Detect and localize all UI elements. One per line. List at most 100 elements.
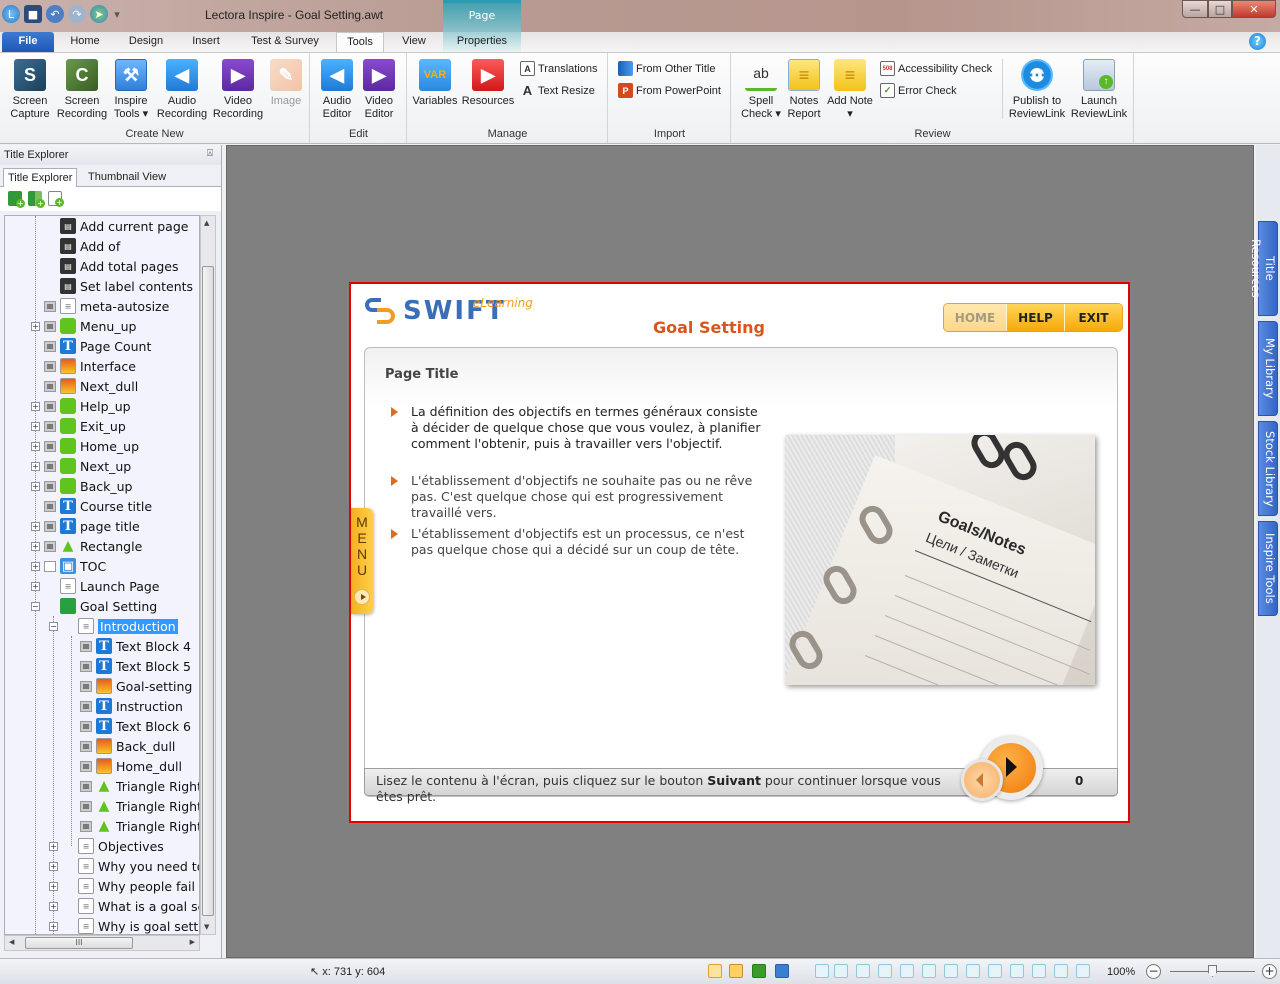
tab-insert[interactable]: Insert bbox=[182, 32, 230, 52]
tree-item[interactable]: T Course title bbox=[31, 496, 152, 516]
visibility-toggle[interactable] bbox=[44, 300, 56, 312]
scroll-left-icon[interactable]: ◀ bbox=[9, 938, 14, 946]
tree-item[interactable]: ▤ Add of bbox=[31, 236, 120, 256]
tree-item[interactable]: ≡ meta-autosize bbox=[31, 296, 169, 316]
tree-item[interactable]: Back_dull bbox=[67, 736, 175, 756]
tree-item[interactable]: T Text Block 6 bbox=[67, 716, 191, 736]
expand-icon[interactable]: + bbox=[31, 421, 40, 431]
collapse-icon[interactable]: − bbox=[49, 621, 58, 631]
tree-item[interactable]: ▤ Add current page bbox=[31, 216, 188, 236]
visibility-toggle[interactable] bbox=[80, 760, 92, 772]
tab-tools[interactable]: Tools bbox=[336, 32, 384, 52]
tab-design[interactable]: Design bbox=[120, 32, 172, 52]
visibility-toggle[interactable] bbox=[44, 420, 56, 432]
visibility-toggle[interactable] bbox=[44, 320, 56, 332]
back-button[interactable] bbox=[961, 759, 1003, 801]
distribute-vertical-icon[interactable] bbox=[1010, 964, 1024, 978]
tree-item[interactable]: + ▲ Rectangle bbox=[31, 536, 142, 556]
app-icon[interactable]: L bbox=[2, 5, 20, 23]
video-editor-button[interactable]: ▶ Video Editor bbox=[359, 57, 399, 121]
run-mode-icon[interactable] bbox=[752, 964, 766, 978]
visibility-toggle[interactable] bbox=[44, 520, 56, 532]
exit-button[interactable]: EXIT bbox=[1064, 304, 1122, 331]
tab-home[interactable]: Home bbox=[60, 32, 110, 52]
tree-vertical-scrollbar[interactable]: ▲ ▼ bbox=[200, 215, 216, 935]
publish-to-reviewlink-button[interactable]: ⋯ Publish to ReviewLink bbox=[1006, 57, 1068, 121]
tab-inspire-tools[interactable]: Inspire Tools bbox=[1258, 521, 1278, 616]
visibility-toggle[interactable] bbox=[44, 460, 56, 472]
tree-horizontal-scrollbar[interactable]: ◀ III ▶ bbox=[4, 935, 200, 951]
tab-stock-library[interactable]: Stock Library bbox=[1258, 421, 1278, 516]
tree-item[interactable]: + Tpage title bbox=[31, 516, 140, 536]
tree-item[interactable]: + Back_up bbox=[31, 476, 132, 496]
edit-mode-icon[interactable] bbox=[708, 964, 722, 978]
tab-properties[interactable]: Properties bbox=[443, 32, 521, 52]
align-left-icon[interactable] bbox=[815, 964, 829, 978]
pin-icon[interactable]: ⍓ bbox=[207, 148, 213, 159]
tree-item[interactable]: + Home_up bbox=[31, 436, 139, 456]
tab-view[interactable]: View bbox=[392, 32, 436, 52]
scroll-right-icon[interactable]: ▶ bbox=[190, 938, 195, 946]
collapse-icon[interactable]: − bbox=[31, 601, 40, 611]
expand-icon[interactable]: + bbox=[31, 481, 40, 491]
tree-item[interactable]: ▤ Add total pages bbox=[31, 256, 178, 276]
visibility-toggle[interactable] bbox=[80, 640, 92, 652]
expand-icon[interactable]: + bbox=[31, 541, 40, 551]
expand-icon[interactable]: + bbox=[31, 561, 40, 571]
visibility-toggle[interactable] bbox=[80, 740, 92, 752]
tab-test-survey[interactable]: Test & Survey bbox=[240, 32, 330, 52]
expand-icon[interactable]: + bbox=[31, 461, 40, 471]
tree-item[interactable]: + ≡ Why you need to bbox=[49, 856, 199, 876]
undo-icon[interactable]: ↶ bbox=[46, 5, 64, 23]
visibility-toggle[interactable] bbox=[44, 480, 56, 492]
tree-item[interactable]: − Goal Setting bbox=[31, 596, 157, 616]
tree-item[interactable]: + Menu_up bbox=[31, 316, 136, 336]
expand-icon[interactable]: + bbox=[31, 521, 40, 531]
tree-item[interactable]: + ≡ Launch Page bbox=[31, 576, 160, 596]
variables-button[interactable]: VAR Variables bbox=[410, 57, 460, 108]
expand-icon[interactable]: + bbox=[31, 321, 40, 331]
tree-item[interactable]: ▲ Triangle Right bbox=[67, 816, 199, 836]
expand-icon[interactable]: + bbox=[49, 901, 58, 911]
spell-check-button[interactable]: ab Spell Check ▾ bbox=[736, 57, 786, 121]
add-section-icon[interactable]: + bbox=[28, 191, 45, 208]
visibility-toggle[interactable] bbox=[80, 680, 92, 692]
tab-my-library[interactable]: My Library bbox=[1258, 321, 1278, 416]
customize-dropdown-icon[interactable]: ▾ bbox=[112, 5, 122, 23]
add-chapter-icon[interactable]: + bbox=[8, 191, 25, 208]
tree-item[interactable]: Goal-setting bbox=[67, 676, 192, 696]
help-icon[interactable]: ? bbox=[1249, 33, 1266, 50]
inspire-tools-button[interactable]: ⚒ Inspire Tools ▾ bbox=[110, 57, 152, 121]
tree-item[interactable]: Next_dull bbox=[31, 376, 138, 396]
video-recording-button[interactable]: ▶ Video Recording bbox=[210, 57, 266, 121]
tree-item[interactable]: ▲ Triangle Right bbox=[67, 796, 199, 816]
expand-icon[interactable]: + bbox=[49, 881, 58, 891]
close-button[interactable]: ✕ bbox=[1232, 0, 1276, 18]
tree-item[interactable]: + Exit_up bbox=[31, 416, 126, 436]
same-size-icon[interactable] bbox=[1076, 964, 1090, 978]
scrollbar-thumb[interactable]: III bbox=[25, 937, 133, 949]
expand-icon[interactable]: + bbox=[49, 921, 58, 931]
expand-icon[interactable]: + bbox=[31, 441, 40, 451]
center-page-icon[interactable] bbox=[944, 964, 958, 978]
center-horizontal-icon[interactable] bbox=[966, 964, 980, 978]
tree-item[interactable]: + ≡ Objectives bbox=[49, 836, 164, 856]
error-check-button[interactable]: ✓ Error Check bbox=[880, 83, 957, 98]
tree-item[interactable]: + ≡ Why is goal settir bbox=[49, 916, 199, 934]
preview-mode-icon[interactable] bbox=[729, 964, 743, 978]
visibility-toggle[interactable] bbox=[44, 440, 56, 452]
visibility-toggle[interactable] bbox=[44, 560, 56, 572]
tree-item[interactable]: + Next_up bbox=[31, 456, 131, 476]
tree-item[interactable]: + ▣ TOC bbox=[31, 556, 106, 576]
distribute-horizontal-icon[interactable] bbox=[988, 964, 1002, 978]
resources-button[interactable]: ▶ Resources bbox=[460, 57, 516, 108]
scrollbar-thumb[interactable] bbox=[202, 266, 214, 916]
browser-preview-icon[interactable] bbox=[775, 964, 789, 978]
visibility-toggle[interactable] bbox=[44, 380, 56, 392]
visibility-toggle[interactable] bbox=[80, 700, 92, 712]
text-resize-button[interactable]: A Text Resize bbox=[520, 83, 595, 98]
home-button[interactable]: HOME bbox=[944, 304, 1006, 331]
menu-tab[interactable]: MENU bbox=[351, 508, 373, 614]
tree-item[interactable]: ▤ Set label contents bbox=[31, 276, 193, 296]
visibility-toggle[interactable] bbox=[80, 660, 92, 672]
